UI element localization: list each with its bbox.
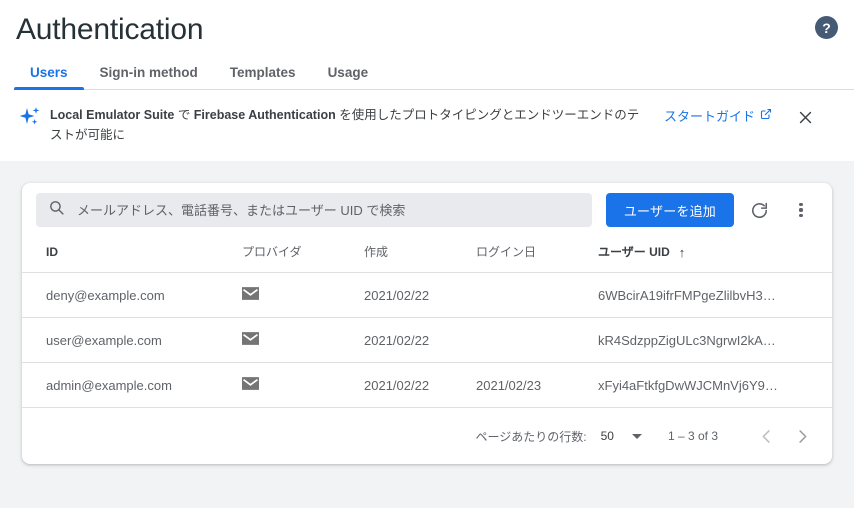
users-card: ユーザーを追加 ID プロバイダ 作成 — [22, 183, 832, 464]
help-circle-icon[interactable]: ? — [815, 16, 838, 39]
email-envelope-icon — [242, 332, 259, 345]
users-card-wrapper: ユーザーを追加 ID プロバイダ 作成 — [0, 161, 854, 464]
rows-per-page-value: 50 — [600, 429, 614, 443]
users-toolbar: ユーザーを追加 — [22, 183, 832, 237]
table-row[interactable]: user@example.com 2021/02/22 kR4SdzppZigU… — [22, 317, 832, 363]
column-header-signed-in[interactable]: ログイン日 — [468, 237, 590, 273]
column-header-id[interactable]: ID — [22, 237, 234, 273]
pagination-bar: ページあたりの行数: 50 1 – 3 of 3 — [22, 408, 832, 464]
pagination-range: 1 – 3 of 3 — [667, 429, 718, 443]
search-box[interactable] — [36, 193, 592, 227]
cell-uid: 6WBcirA19ifrFMPgeZlilbvH3… — [590, 272, 832, 318]
email-envelope-icon — [242, 377, 259, 390]
refresh-icon[interactable] — [742, 193, 776, 227]
external-link-icon — [760, 108, 772, 123]
column-header-created[interactable]: 作成 — [356, 237, 468, 273]
cell-signed-in — [468, 317, 590, 363]
cell-uid: kR4SdzppZigULc3NgrwI2kA… — [590, 317, 832, 363]
sparkles-icon — [16, 104, 46, 130]
table-header-row: ID プロバイダ 作成 ログイン日 ユーザー UID ↑ — [22, 237, 832, 273]
users-table-body: deny@example.com 2021/02/22 6WBcirA19ifr… — [22, 272, 832, 408]
table-row[interactable]: admin@example.com 2021/02/22 2021/02/23 … — [22, 362, 832, 408]
cell-created: 2021/02/22 — [356, 362, 468, 408]
more-vertical-icon[interactable] — [784, 193, 818, 227]
chevron-down-icon — [631, 433, 642, 439]
cell-user-id: user@example.com — [22, 317, 234, 363]
rows-per-page-select[interactable]: 50 — [601, 429, 642, 443]
cell-provider — [234, 272, 356, 318]
cell-created: 2021/02/22 — [356, 272, 468, 318]
column-header-provider[interactable]: プロバイダ — [234, 237, 356, 273]
banner-text-mid: で — [174, 108, 194, 122]
tab-sign-in-method[interactable]: Sign-in method — [84, 65, 214, 90]
users-table: ID プロバイダ 作成 ログイン日 ユーザー UID ↑ deny@example… — [22, 237, 832, 408]
start-guide-link[interactable]: スタートガイド — [664, 106, 772, 125]
tab-usage[interactable]: Usage — [312, 65, 385, 90]
page-title: Authentication — [16, 13, 204, 46]
sort-ascending-icon: ↑ — [678, 245, 686, 260]
cell-uid: xFyi4aFtkfgDwWJCMnVj6Y9… — [590, 362, 832, 408]
banner-text-emphasis-2: Firebase Authentication — [193, 108, 336, 122]
rows-per-page-label: ページあたりの行数: — [475, 429, 587, 444]
cell-user-id: deny@example.com — [22, 272, 234, 318]
banner-text-emphasis-1: Local Emulator Suite — [50, 108, 175, 122]
close-icon[interactable] — [794, 106, 816, 128]
tab-users[interactable]: Users — [14, 65, 84, 90]
search-input[interactable] — [77, 193, 580, 227]
add-user-button[interactable]: ユーザーを追加 — [605, 193, 734, 227]
cell-created: 2021/02/22 — [356, 317, 468, 363]
users-table-head: ID プロバイダ 作成 ログイン日 ユーザー UID ↑ — [22, 237, 832, 273]
cell-signed-in: 2021/02/23 — [468, 362, 590, 408]
column-header-uid[interactable]: ユーザー UID ↑ — [590, 237, 832, 273]
cell-signed-in — [468, 272, 590, 318]
cell-provider — [234, 317, 356, 363]
table-row[interactable]: deny@example.com 2021/02/22 6WBcirA19ifr… — [22, 272, 832, 318]
search-icon — [48, 199, 65, 221]
authentication-page: Authentication ? Users Sign-in method Te… — [0, 0, 854, 508]
cell-provider — [234, 362, 356, 408]
page-header: Authentication ? Users Sign-in method Te… — [0, 0, 854, 161]
banner-text: Local Emulator Suite で Firebase Authenti… — [50, 104, 650, 145]
tab-templates[interactable]: Templates — [214, 65, 312, 90]
email-envelope-icon — [242, 287, 259, 300]
start-guide-label: スタートガイド — [664, 109, 756, 124]
emulator-promo-banner: Local Emulator Suite で Firebase Authenti… — [0, 90, 854, 161]
cell-user-id: admin@example.com — [22, 362, 234, 408]
chevron-right-icon[interactable] — [784, 418, 820, 454]
column-header-uid-label: ユーザー UID — [598, 245, 670, 259]
title-row: Authentication ? — [0, 0, 854, 54]
kebab-dots — [799, 202, 803, 218]
chevron-left-icon[interactable] — [748, 418, 784, 454]
tab-bar: Users Sign-in method Templates Usage — [0, 54, 854, 90]
